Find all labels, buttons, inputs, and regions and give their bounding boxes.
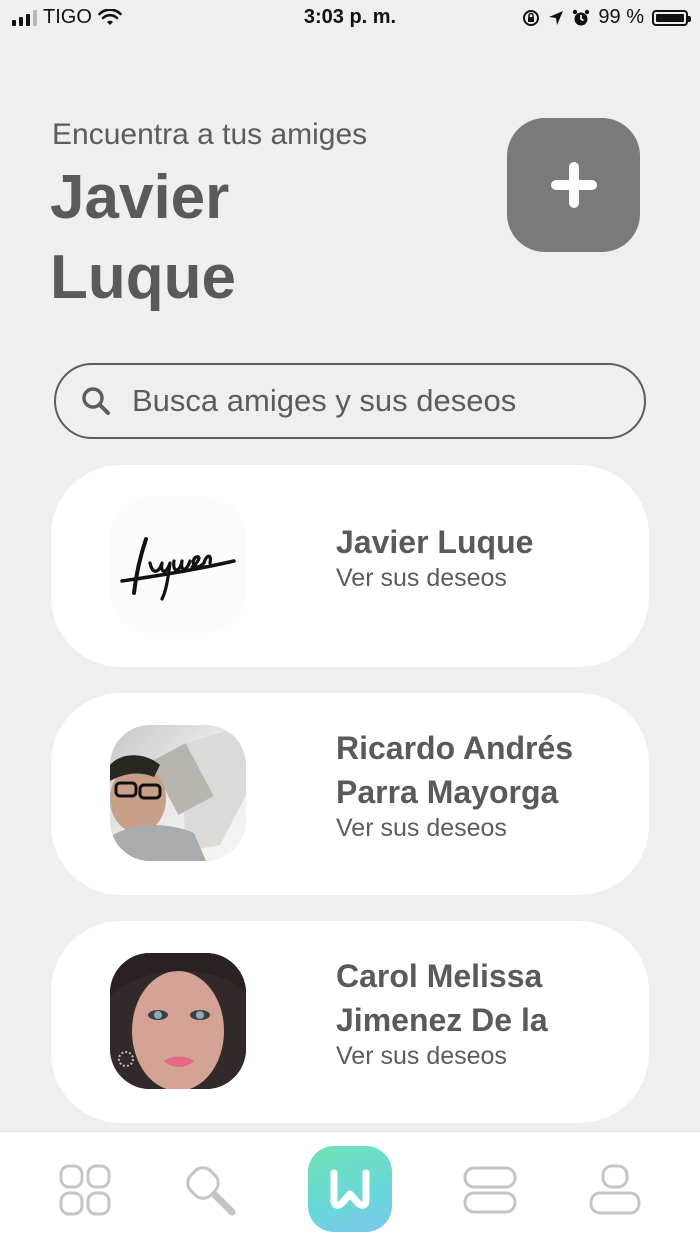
battery-percent: 99 %: [598, 6, 644, 28]
photo-man-glasses: [110, 725, 246, 861]
nav-grid[interactable]: [55, 1160, 115, 1220]
status-right: 99 %: [522, 6, 691, 29]
view-wishes-link[interactable]: Ver sus deseos: [336, 814, 507, 843]
nav-profile[interactable]: [585, 1160, 645, 1220]
profile-icon: [589, 1164, 641, 1215]
nav-search[interactable]: [180, 1160, 240, 1220]
alarm-icon: [573, 9, 590, 25]
search-input[interactable]: [130, 382, 604, 420]
bottom-navigation: [0, 1131, 700, 1245]
page-title: Javier Luque: [50, 163, 236, 312]
status-bar: TIGO 3:03 p. m. 99 %: [0, 0, 700, 36]
grid-icon: [59, 1164, 111, 1216]
friend-card[interactable]: Carol Melissa Jimenez De la Ver sus dese…: [51, 921, 649, 1123]
search-icon: [186, 1166, 236, 1216]
add-friend-button[interactable]: [507, 118, 640, 252]
search-icon: [82, 387, 110, 415]
rotation-lock-icon: [523, 9, 540, 26]
luque-logo: [120, 537, 236, 601]
nav-list[interactable]: [460, 1160, 520, 1220]
list-icon: [463, 1166, 517, 1214]
friend-name: Carol Melissa Jimenez De la: [336, 958, 548, 1038]
avatar: [110, 725, 246, 861]
photo-woman: [110, 953, 246, 1089]
search-bar[interactable]: [54, 363, 646, 439]
nav-home[interactable]: [308, 1146, 392, 1232]
view-wishes-link[interactable]: Ver sus deseos: [336, 1042, 507, 1071]
location-icon: [549, 10, 564, 25]
battery-icon: [652, 9, 691, 26]
friend-card[interactable]: Ricardo Andrés Parra Mayorga Ver sus des…: [51, 693, 649, 895]
plus-icon: [550, 162, 597, 208]
friend-name: Javier Luque: [336, 524, 534, 560]
page-subtitle: Encuentra a tus amiges: [52, 118, 368, 151]
view-wishes-link[interactable]: Ver sus deseos: [336, 564, 507, 593]
friend-name: Ricardo Andrés Parra Mayorga: [336, 730, 574, 810]
friend-card[interactable]: Javier Luque Ver sus deseos: [51, 465, 649, 667]
avatar: [110, 953, 246, 1089]
app-logo-icon: [330, 1169, 370, 1209]
avatar: [110, 497, 246, 633]
